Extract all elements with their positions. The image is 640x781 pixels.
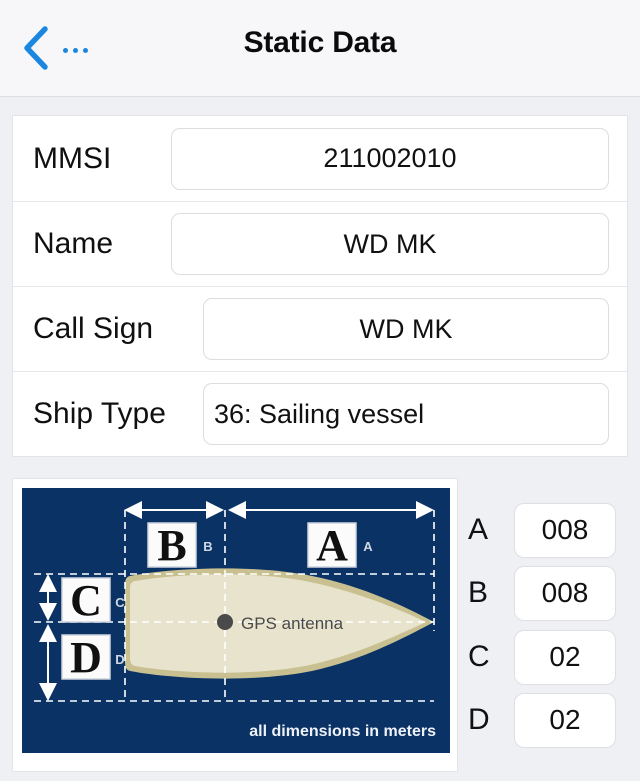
dimension-input-b[interactable]: 008 [514, 565, 616, 621]
svg-text:C: C [70, 576, 102, 625]
name-label: Name [33, 227, 114, 260]
form-row-ship-type: Ship Type 36: Sailing vessel [13, 371, 627, 456]
ship-type-input[interactable]: 36: Sailing vessel [203, 383, 609, 445]
dimension-label-d: D [468, 703, 490, 736]
dimension-input-a[interactable]: 008 [514, 502, 616, 558]
dimension-row-c: C 02 [462, 629, 630, 685]
dimension-label-c: C [468, 640, 490, 673]
svg-text:A: A [363, 539, 373, 554]
svg-text:B: B [203, 539, 212, 554]
dimension-input-c[interactable]: 02 [514, 629, 616, 685]
svg-text:A: A [316, 521, 348, 570]
mmsi-label: MMSI [33, 141, 112, 175]
navigation-bar: Static Data [0, 0, 640, 97]
form-row-mmsi: MMSI 211002010 [13, 116, 627, 201]
ship-dimension-diagram-card: B B A A C C D D GPS antenna all dimensio… [12, 478, 458, 772]
dimension-row-a: A 008 [462, 502, 630, 558]
ship-type-label: Ship Type [33, 397, 166, 430]
dimension-inputs: A 008 B 008 C 02 D 02 [462, 498, 630, 758]
svg-text:GPS antenna: GPS antenna [241, 614, 344, 633]
svg-text:D: D [70, 633, 102, 682]
static-data-form: MMSI 211002010 Name WD MK Call Sign WD M… [12, 115, 628, 457]
svg-text:D: D [115, 652, 124, 667]
name-input[interactable]: WD MK [171, 213, 609, 275]
svg-text:C: C [115, 595, 125, 610]
dimension-label-a: A [468, 513, 489, 546]
ship-dimension-diagram: B B A A C C D D GPS antenna all dimensio… [22, 488, 450, 753]
static-data-screen: Static Data MMSI 211002010 Name WD MK Ca… [0, 0, 640, 781]
form-row-call-sign: Call Sign WD MK [13, 286, 627, 371]
dimension-input-d[interactable]: 02 [514, 692, 616, 748]
diagram-caption: all dimensions in meters [249, 723, 436, 740]
call-sign-label: Call Sign [33, 312, 154, 345]
dimension-row-d: D 02 [462, 692, 630, 748]
page-title: Static Data [243, 26, 397, 59]
mmsi-input[interactable]: 211002010 [171, 127, 609, 190]
dimension-label-b: B [468, 576, 489, 609]
svg-text:B: B [157, 521, 186, 570]
call-sign-input[interactable]: WD MK [203, 298, 609, 360]
form-row-name: Name WD MK [13, 201, 627, 286]
dimension-row-b: B 008 [462, 565, 630, 621]
